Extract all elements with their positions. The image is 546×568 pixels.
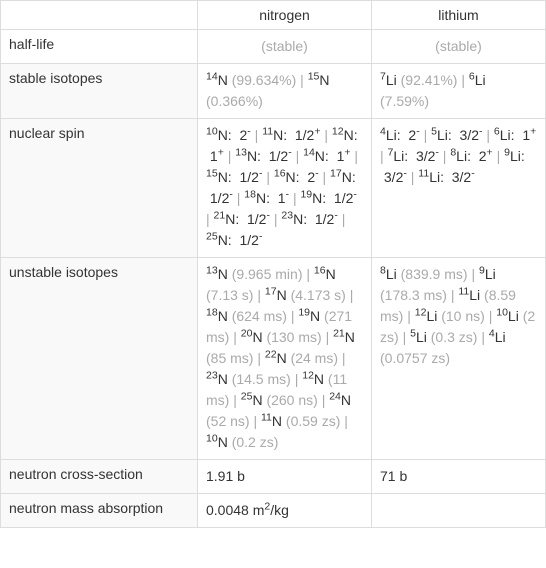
cell-nitrogen: 0.0048 m2/kg (198, 494, 372, 528)
row-label: nuclear spin (1, 119, 198, 258)
cell-lithium: 7Li (92.41%) | 6Li (7.59%) (372, 64, 546, 119)
comparison-table: nitrogen lithium half-life(stable)(stabl… (0, 0, 546, 528)
table-row: neutron cross-section1.91 b71 b (1, 460, 546, 494)
cell-nitrogen: 1.91 b (198, 460, 372, 494)
row-label: stable isotopes (1, 64, 198, 119)
cell-nitrogen: 14N (99.634%) | 15N (0.366%) (198, 64, 372, 119)
cell-nitrogen: (stable) (198, 30, 372, 64)
cell-lithium: (stable) (372, 30, 546, 64)
header-nitrogen: nitrogen (198, 1, 372, 30)
header-lithium: lithium (372, 1, 546, 30)
table-row: neutron mass absorption0.0048 m2/kg (1, 494, 546, 528)
cell-lithium (372, 494, 546, 528)
cell-nitrogen: 13N (9.965 min) | 16N (7.13 s) | 17N (4.… (198, 258, 372, 460)
cell-lithium: 71 b (372, 460, 546, 494)
row-label: neutron mass absorption (1, 494, 198, 528)
cell-lithium: 4Li: 2- | 5Li: 3/2- | 6Li: 1+ | 7Li: 3/2… (372, 119, 546, 258)
cell-lithium: 8Li (839.9 ms) | 9Li (178.3 ms) | 11Li (… (372, 258, 546, 460)
row-label: unstable isotopes (1, 258, 198, 460)
header-row: nitrogen lithium (1, 1, 546, 30)
cell-nitrogen: 10N: 2- | 11N: 1/2+ | 12N: 1+ | 13N: 1/2… (198, 119, 372, 258)
row-label: half-life (1, 30, 198, 64)
table-row: stable isotopes14N (99.634%) | 15N (0.36… (1, 64, 546, 119)
header-blank (1, 1, 198, 30)
table-row: half-life(stable)(stable) (1, 30, 546, 64)
row-label: neutron cross-section (1, 460, 198, 494)
table-row: unstable isotopes13N (9.965 min) | 16N (… (1, 258, 546, 460)
table-row: nuclear spin10N: 2- | 11N: 1/2+ | 12N: 1… (1, 119, 546, 258)
